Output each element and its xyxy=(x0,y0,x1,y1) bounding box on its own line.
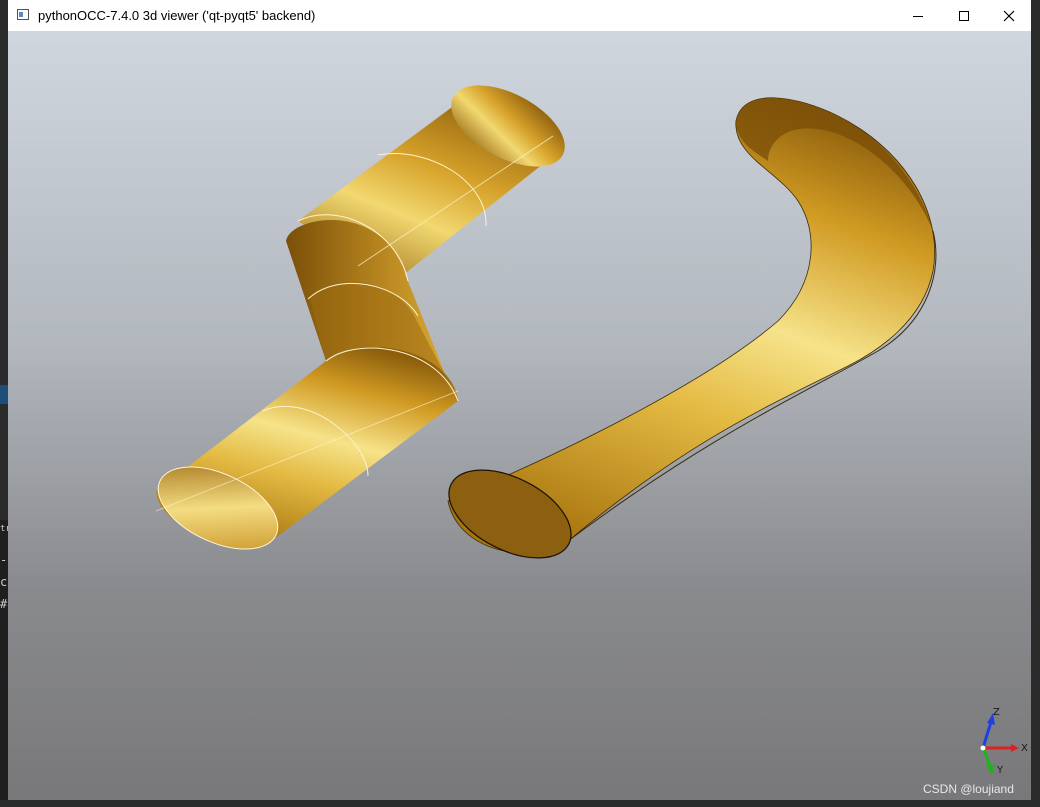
triad-origin xyxy=(980,745,986,751)
x-axis-arrow xyxy=(1011,744,1019,752)
z-axis-line xyxy=(981,721,993,749)
app-icon xyxy=(17,9,29,20)
minimize-button[interactable] xyxy=(895,0,941,31)
y-axis-label: Y xyxy=(996,765,1004,776)
close-button[interactable] xyxy=(986,0,1032,31)
y-axis-arrow xyxy=(986,765,995,775)
background-text-fragment: # xyxy=(0,597,8,611)
z-axis-label: Z xyxy=(993,707,1000,718)
maximize-button[interactable] xyxy=(941,0,987,31)
viewer-window: pythonOCC-7.4.0 3d viewer ('qt-pyqt5' ba… xyxy=(8,0,1031,800)
axis-triad: X Z Y xyxy=(980,707,1028,776)
close-icon xyxy=(1003,10,1015,21)
watermark: CSDN @loujiand xyxy=(923,782,1014,796)
y-axis-line xyxy=(981,747,992,767)
minimize-icon xyxy=(913,15,923,17)
x-axis-label: X xyxy=(1021,743,1028,754)
viewport-canvas[interactable]: X Z Y xyxy=(8,31,1031,800)
3d-viewport[interactable]: X Z Y CSDN @loujiand xyxy=(8,31,1031,800)
title-bar[interactable]: pythonOCC-7.4.0 3d viewer ('qt-pyqt5' ba… xyxy=(8,0,1031,31)
maximize-icon xyxy=(959,10,969,21)
window-title: pythonOCC-7.4.0 3d viewer ('qt-pyqt5' ba… xyxy=(38,8,316,23)
background-text-fragment: c xyxy=(0,575,8,589)
